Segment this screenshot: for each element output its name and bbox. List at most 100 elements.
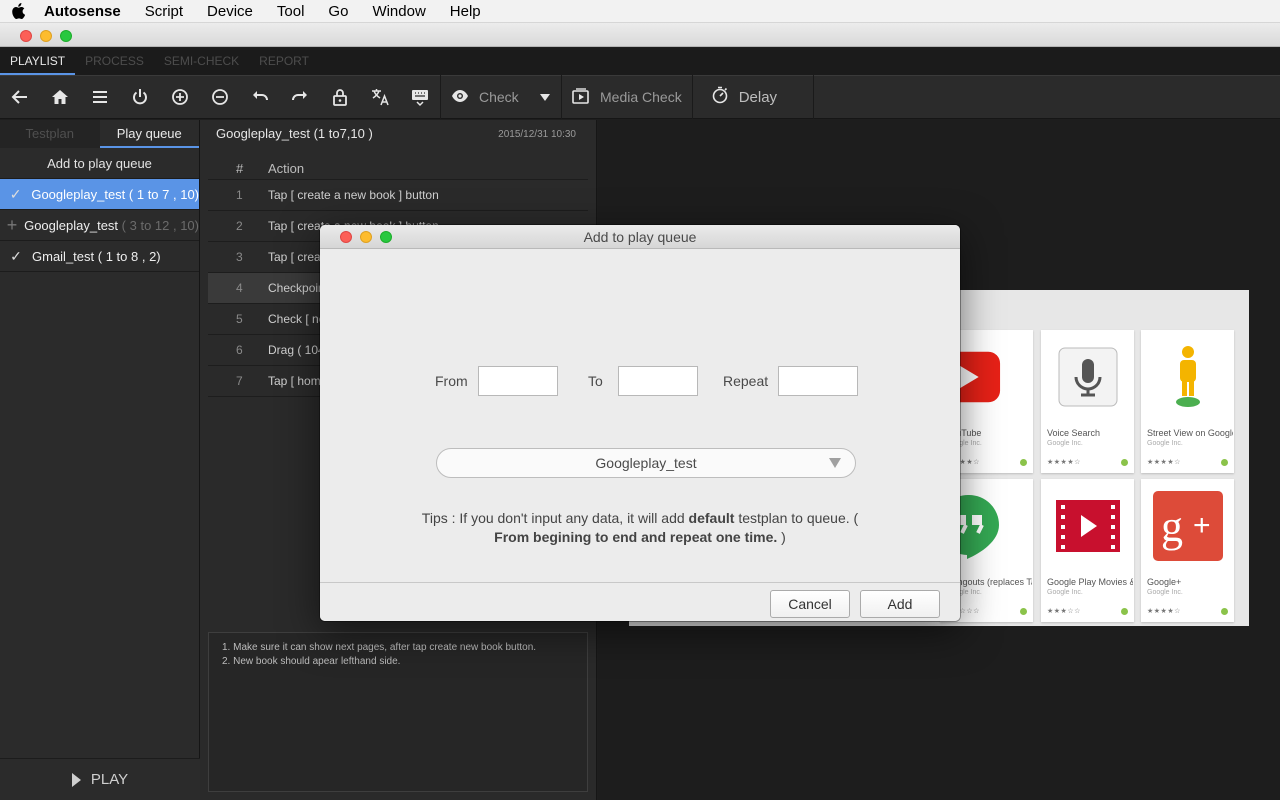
menu-help[interactable]: Help: [438, 3, 493, 20]
menu-device[interactable]: Device: [195, 3, 265, 20]
dialog-footer: Cancel Add: [320, 582, 960, 621]
tab-playlist[interactable]: PLAYLIST: [0, 48, 76, 75]
tips-default-behavior: From begining to end and repeat one time…: [494, 529, 778, 545]
app-card[interactable]: Google Play Movies & TV Google Inc. ★★★☆…: [1041, 479, 1134, 622]
column-header-action: Action: [268, 161, 305, 176]
repeat-input[interactable]: [778, 366, 859, 396]
table-row[interactable]: 1 Tap [ create a new book ] button: [208, 180, 588, 211]
zoom-window-button[interactable]: [60, 30, 72, 42]
tab-process[interactable]: PROCESS: [75, 48, 154, 75]
lock-icon[interactable]: [320, 75, 360, 119]
app-publisher: Google Inc.: [1047, 440, 1083, 447]
play-button[interactable]: PLAY: [0, 758, 200, 800]
tab-play-queue[interactable]: Play queue: [99, 120, 199, 148]
apple-icon[interactable]: [0, 3, 36, 19]
cancel-button[interactable]: Cancel: [770, 590, 850, 618]
queue-item-name: Gmail_test: [32, 248, 95, 264]
to-field-group: To: [588, 366, 698, 396]
queue-item[interactable]: ✓ Googleplay_test ( 1 to 7 , 10): [0, 179, 199, 210]
zoom-in-icon[interactable]: [160, 75, 200, 119]
app-publisher: Google Inc.: [1147, 440, 1183, 447]
row-number: 3: [236, 250, 243, 264]
menu-script[interactable]: Script: [133, 3, 195, 20]
pegman-icon: [1153, 342, 1223, 412]
translate-icon[interactable]: [360, 75, 400, 119]
testplan-select[interactable]: Googleplay_test: [436, 448, 856, 478]
menu-go[interactable]: Go: [316, 3, 360, 20]
add-to-play-queue-button[interactable]: Add to play queue: [0, 148, 199, 179]
row-number: 4: [236, 281, 243, 295]
microphone-icon: [1053, 342, 1123, 412]
to-input[interactable]: [617, 366, 698, 396]
tips-text: Tips : If you don't input any data, it w…: [420, 509, 860, 547]
left-sidebar: Testplan Play queue Add to play queue ✓ …: [0, 120, 200, 800]
undo-icon[interactable]: [240, 75, 280, 119]
app-publisher: Google Inc.: [1147, 589, 1183, 596]
queue-item[interactable]: + Googleplay_test ( 3 to 12 , 10): [0, 210, 199, 241]
close-window-button[interactable]: [20, 30, 32, 42]
app-name: Google+: [1147, 577, 1182, 587]
row-number: 5: [236, 312, 243, 326]
tips-default: default: [688, 510, 735, 526]
movies-icon: [1053, 491, 1123, 561]
sidebar-tabs: Testplan Play queue: [0, 120, 199, 148]
redo-icon[interactable]: [280, 75, 320, 119]
menu-app-name[interactable]: Autosense: [36, 3, 133, 20]
app-name: Street View on Google Maps: [1147, 428, 1233, 438]
media-check-button[interactable]: Media Check: [562, 75, 692, 119]
dialog-body: From To Repeat Googleplay_test Tips : If…: [320, 249, 960, 582]
minimize-dialog-button[interactable]: [360, 231, 372, 243]
from-input[interactable]: [477, 366, 558, 396]
app-card[interactable]: Voice Search Google Inc. ★★★★☆: [1041, 330, 1134, 473]
plus-icon: +: [6, 214, 18, 235]
app-rating: ★★★★☆: [1147, 459, 1181, 466]
svg-text:+: +: [1193, 509, 1211, 542]
zoom-out-icon[interactable]: [200, 75, 240, 119]
installed-check-icon: [1121, 608, 1128, 615]
app-card[interactable]: Street View on Google Maps Google Inc. ★…: [1141, 330, 1234, 473]
menu-window[interactable]: Window: [360, 3, 437, 20]
add-button[interactable]: Add: [860, 590, 940, 618]
back-arrow-icon[interactable]: [0, 75, 40, 119]
app-rating: ★★★★☆: [1147, 608, 1181, 615]
notes-area[interactable]: 1. Make sure it can show next pages, aft…: [208, 632, 588, 792]
queue-item-range: ( 1 to 7 , 10): [128, 186, 199, 202]
zoom-dialog-button[interactable]: [380, 231, 392, 243]
menu-icon[interactable]: [80, 75, 120, 119]
dialog-title: Add to play queue: [583, 229, 697, 245]
home-icon[interactable]: [40, 75, 80, 119]
menu-tool[interactable]: Tool: [265, 3, 317, 20]
testplan-select-value: Googleplay_test: [595, 455, 697, 471]
delay-button[interactable]: Delay: [693, 75, 813, 119]
tab-semi-check[interactable]: SEMI-CHECK: [154, 48, 249, 75]
queue-item-name: Googleplay_test: [31, 186, 126, 202]
installed-check-icon: [1221, 608, 1228, 615]
window-titlebar: [0, 23, 1280, 47]
row-action: Drag ( 104: [268, 343, 325, 357]
note-line: 2. New book should apear lefthand side.: [222, 656, 401, 667]
note-line: 1. Make sure it can show next pages, aft…: [222, 642, 537, 653]
app-card[interactable]: g + Google+ Google Inc. ★★★★☆: [1141, 479, 1234, 622]
tips-middle: testplan to queue. (: [734, 510, 859, 526]
keyboard-icon[interactable]: [400, 75, 440, 119]
installed-check-icon: [1020, 608, 1027, 615]
chevron-down-icon: [539, 89, 551, 105]
chevron-down-icon: [829, 458, 841, 468]
repeat-label: Repeat: [723, 373, 769, 389]
app-rating: ★★★★☆: [1047, 459, 1081, 466]
row-number: 1: [236, 188, 243, 202]
power-icon[interactable]: [120, 75, 160, 119]
app-rating: ★★★☆☆: [1047, 608, 1081, 615]
minimize-window-button[interactable]: [40, 30, 52, 42]
checkmark-icon: ✓: [9, 185, 22, 202]
check-dropdown[interactable]: Check: [441, 75, 561, 119]
tab-testplan[interactable]: Testplan: [0, 120, 100, 148]
close-dialog-button[interactable]: [340, 231, 352, 243]
queue-item[interactable]: ✓ Gmail_test ( 1 to 8 , 2): [0, 241, 199, 272]
system-menubar: Autosense Script Device Tool Go Window H…: [0, 0, 1280, 23]
app-name: Google Play Movies & TV: [1047, 577, 1133, 587]
row-number: 7: [236, 374, 243, 388]
queue-item-range: ( 3 to 12 , 10): [121, 217, 199, 233]
tab-report[interactable]: REPORT: [249, 48, 319, 75]
tips-prefix: Tips : If you don't input any data, it w…: [421, 510, 689, 526]
